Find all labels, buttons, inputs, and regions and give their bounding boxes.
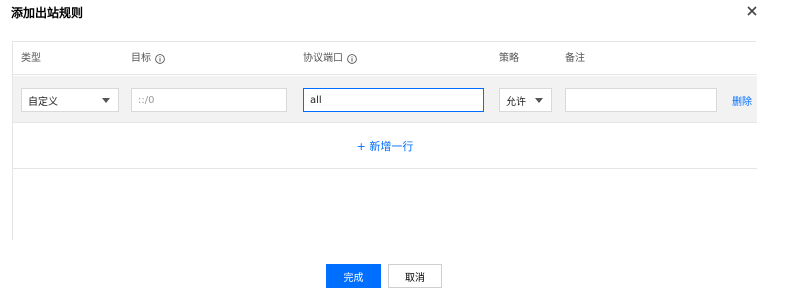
dialog-title: 添加出站规则 bbox=[11, 6, 84, 20]
header-type-label: 类型 bbox=[21, 53, 41, 64]
header-protocol-port-label: 协议端口 bbox=[303, 53, 343, 64]
target-input[interactable]: ::/0 bbox=[131, 88, 287, 112]
header-target-label: 目标 bbox=[131, 53, 151, 64]
chevron-down-icon bbox=[102, 98, 110, 103]
info-icon[interactable] bbox=[347, 53, 357, 64]
header-policy-label: 策略 bbox=[499, 53, 519, 64]
header-target: 目标 bbox=[131, 52, 165, 65]
close-icon[interactable] bbox=[744, 3, 760, 19]
header-protocol-port: 协议端口 bbox=[303, 52, 357, 65]
header-remark-label: 备注 bbox=[565, 53, 585, 64]
protocol-port-input-value: all bbox=[310, 94, 322, 106]
cancel-button[interactable]: 取消 bbox=[388, 264, 442, 288]
rules-table: 类型 目标 协议端口 策略 备注 自定义::/0 all 允许 删除 + 新增… bbox=[12, 41, 757, 241]
header-type: 类型 bbox=[21, 52, 41, 65]
table-empty-area bbox=[13, 169, 757, 241]
policy-select[interactable]: 允许 bbox=[499, 88, 552, 112]
target-input-value: ::/0 bbox=[138, 94, 155, 106]
protocol-port-input[interactable]: all bbox=[303, 88, 484, 112]
table-header: 类型 目标 协议端口 策略 备注 bbox=[13, 42, 757, 75]
type-select[interactable]: 自定义 bbox=[21, 88, 119, 112]
confirm-button[interactable]: 完成 bbox=[326, 264, 381, 288]
remark-input[interactable] bbox=[565, 88, 717, 112]
add-row-button[interactable]: + 新增一行 bbox=[13, 124, 757, 169]
table-row: 自定义 ::/0 all 允许 删除 bbox=[13, 76, 757, 123]
chevron-down-icon bbox=[535, 98, 543, 103]
header-remark: 备注 bbox=[565, 52, 585, 65]
header-policy: 策略 bbox=[499, 52, 519, 65]
policy-select-value: 允许 bbox=[506, 96, 526, 108]
info-icon[interactable] bbox=[155, 53, 165, 64]
type-select-value: 自定义 bbox=[28, 96, 58, 108]
delete-row-link[interactable]: 删除 bbox=[732, 93, 752, 108]
